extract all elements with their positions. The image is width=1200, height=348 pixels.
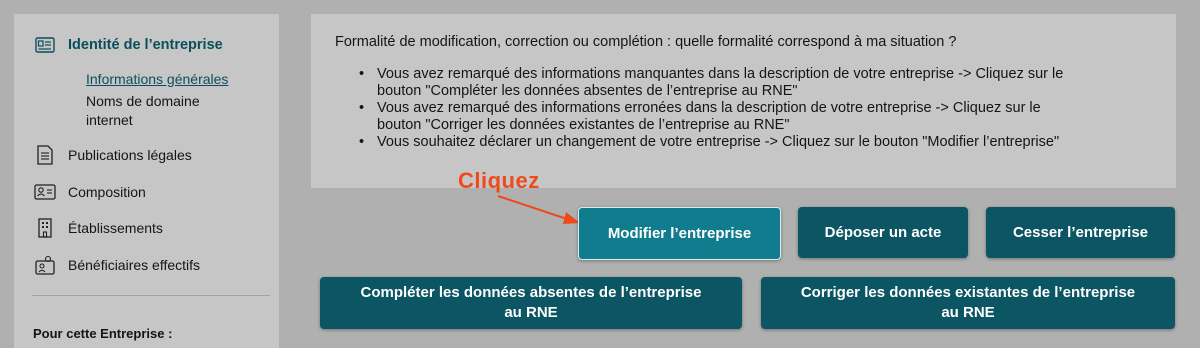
sidebar-item-beneficiaires[interactable]: Bénéficiaires effectifs xyxy=(34,254,200,276)
button-label-line: Corriger les données existantes de l’ent… xyxy=(800,284,1136,301)
sidebar-footer-label: Pour cette Entreprise : xyxy=(33,326,173,341)
info-bullet-line: bouton "Corriger les données existantes … xyxy=(377,117,790,133)
modify-company-button[interactable]: Modifier l’entreprise xyxy=(578,207,781,260)
sidebar-item-label: Composition xyxy=(68,184,146,200)
button-label-line: au RNE xyxy=(941,304,995,321)
sidebar-divider xyxy=(32,295,270,296)
building-icon xyxy=(34,217,56,239)
list-item: Vous avez remarqué des informations erro… xyxy=(357,100,1157,134)
annotation-arrow-icon xyxy=(497,195,580,224)
id-card-icon xyxy=(34,34,56,56)
sidebar-item-label: Bénéficiaires effectifs xyxy=(68,257,201,273)
info-panel: Formalité de modification, correction ou… xyxy=(311,14,1176,188)
info-bullet-line: Vous avez remarqué des informations erro… xyxy=(377,100,1041,116)
cease-company-button[interactable]: Cesser l’entreprise xyxy=(986,207,1175,258)
complete-missing-data-button[interactable]: Compléter les données absentes de l’entr… xyxy=(320,277,742,329)
button-label-line: au RNE xyxy=(504,304,558,321)
sidebar-subitem-noms-de-domaine[interactable]: Noms de domaine xyxy=(86,91,200,112)
sidebar-item-label: Établissements xyxy=(68,220,163,236)
sidebar-item-etablissements[interactable]: Établissements xyxy=(34,217,163,239)
sidebar-item-label: Publications légales xyxy=(68,147,192,163)
document-icon xyxy=(34,144,56,166)
people-card-icon xyxy=(34,181,56,203)
sidebar-item-composition[interactable]: Composition xyxy=(34,181,146,203)
person-card-icon xyxy=(34,254,56,276)
list-item: Vous souhaitez déclarer un changement de… xyxy=(357,134,1157,151)
sidebar-item-identite[interactable]: Identité de l’entreprise xyxy=(34,34,223,56)
correct-existing-data-button[interactable]: Corriger les données existantes de l’ent… xyxy=(761,277,1175,329)
deposit-act-button[interactable]: Déposer un acte xyxy=(798,207,968,258)
info-question: Formalité de modification, correction ou… xyxy=(335,34,957,50)
sidebar-item-label: Identité de l’entreprise xyxy=(68,37,223,53)
sidebar-item-publications[interactable]: Publications légales xyxy=(34,144,192,166)
info-list: Vous avez remarqué des informations manq… xyxy=(357,66,1157,151)
info-bullet-line: Vous avez remarqué des informations manq… xyxy=(377,66,1064,82)
info-bullet-line: bouton "Compléter les données absentes d… xyxy=(377,83,798,99)
button-label-line: Compléter les données absentes de l’entr… xyxy=(360,284,702,301)
list-item: Vous avez remarqué des informations manq… xyxy=(357,66,1157,100)
sidebar-subitem-informations-generales[interactable]: Informations générales xyxy=(86,69,228,90)
sidebar: Identité de l’entreprise Informations gé… xyxy=(14,14,279,348)
info-bullet-line: Vous souhaitez déclarer un changement de… xyxy=(377,134,1060,150)
sidebar-subitem-noms-de-domaine-cont[interactable]: internet xyxy=(86,110,133,131)
